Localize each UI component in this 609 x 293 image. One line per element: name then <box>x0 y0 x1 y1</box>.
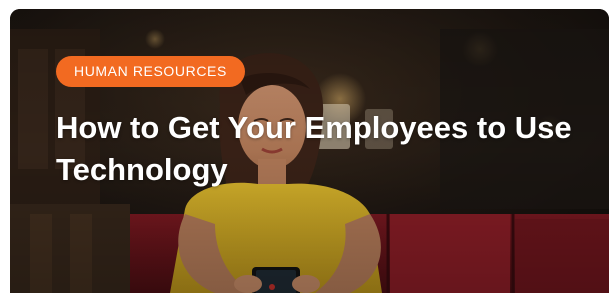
category-badge[interactable]: HUMAN RESOURCES <box>56 56 245 87</box>
article-title[interactable]: How to Get Your Employees to Use Technol… <box>56 107 596 191</box>
article-card[interactable]: HUMAN RESOURCES How to Get Your Employee… <box>10 9 609 293</box>
